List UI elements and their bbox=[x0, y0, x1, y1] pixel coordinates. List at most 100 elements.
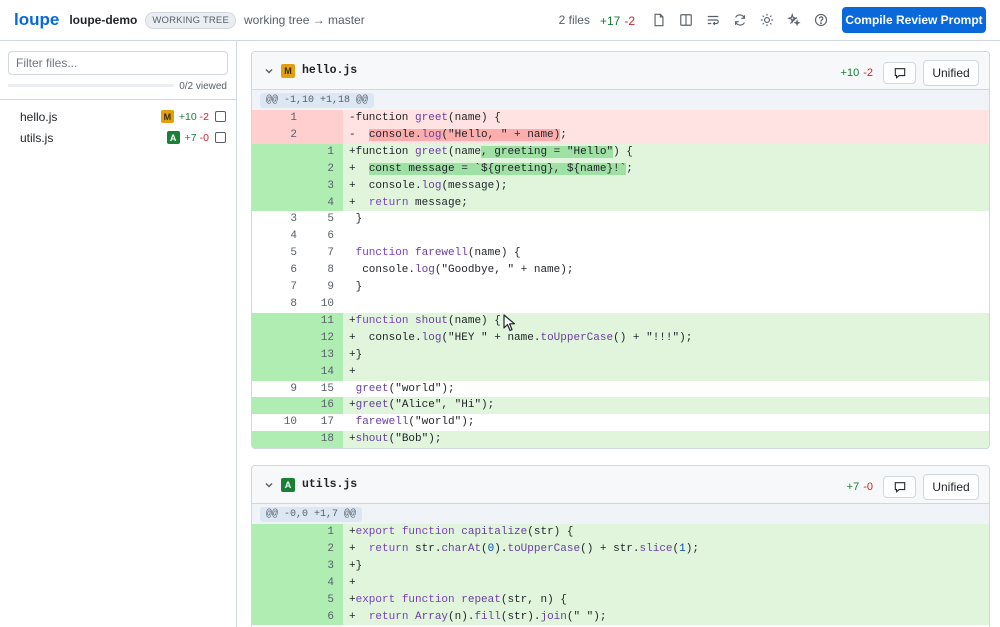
theme-icon[interactable] bbox=[753, 7, 780, 33]
new-line-number[interactable]: 16 bbox=[306, 397, 343, 415]
old-line-number[interactable] bbox=[252, 346, 306, 364]
sparkle-icon[interactable] bbox=[780, 7, 807, 33]
new-line-number[interactable]: 14 bbox=[306, 363, 343, 381]
old-line-number[interactable] bbox=[252, 524, 306, 541]
old-line-number[interactable] bbox=[252, 608, 306, 626]
new-line-number[interactable]: 17 bbox=[306, 414, 343, 432]
old-line-number[interactable] bbox=[252, 557, 306, 575]
added-line[interactable]: 5 +export function repeat(str, n) { bbox=[252, 591, 989, 609]
old-line-number[interactable] bbox=[252, 177, 306, 195]
hunk-header[interactable]: @@ -0,0 +1,7 @@ bbox=[260, 506, 363, 522]
added-line[interactable]: 12 + console.log("HEY " + name.toUpperCas… bbox=[252, 329, 989, 347]
old-line-number[interactable]: 8 bbox=[252, 295, 306, 313]
deleted-line[interactable]: 2 - console.log("Hello, " + name); bbox=[252, 126, 989, 144]
old-line-number[interactable]: 7 bbox=[252, 279, 306, 296]
added-line[interactable]: 6 + return Array(n).fill(str).join(" "); bbox=[252, 608, 989, 626]
context-line[interactable]: 10 17 farewell("world"); bbox=[252, 414, 989, 432]
file-list-item-hello[interactable]: hello.js M +10 -2 bbox=[0, 106, 236, 127]
diff-header[interactable]: A utils.js +7 -0 Unified bbox=[252, 466, 989, 504]
context-line[interactable]: 9 15 greet("world"); bbox=[252, 380, 989, 398]
old-line-number[interactable] bbox=[252, 540, 306, 558]
view-mode-button[interactable]: Unified bbox=[923, 60, 979, 86]
new-line-number[interactable]: 11 bbox=[306, 312, 343, 330]
added-line[interactable]: 16 +greet("Alice", "Hi"); bbox=[252, 397, 989, 415]
old-line-number[interactable]: 4 bbox=[252, 228, 306, 246]
new-line-number[interactable]: 3 bbox=[306, 177, 343, 195]
new-line-number[interactable]: 2 bbox=[306, 540, 343, 558]
new-line-number[interactable] bbox=[306, 110, 343, 127]
old-line-number[interactable]: 9 bbox=[252, 380, 306, 398]
old-line-number[interactable] bbox=[252, 591, 306, 609]
deleted-line[interactable]: 1 -function greet(name) { bbox=[252, 110, 989, 127]
new-line-number[interactable]: 1 bbox=[306, 143, 343, 161]
comment-button[interactable] bbox=[883, 62, 916, 84]
new-line-number[interactable]: 12 bbox=[306, 329, 343, 347]
app-logo[interactable]: loupe bbox=[14, 10, 59, 30]
view-mode-button[interactable]: Unified bbox=[923, 474, 979, 500]
new-line-number[interactable]: 4 bbox=[306, 194, 343, 212]
new-line-number[interactable]: 6 bbox=[306, 228, 343, 246]
added-line[interactable]: 14 + bbox=[252, 363, 989, 381]
hunk-header[interactable]: @@ -1,10 +1,18 @@ bbox=[260, 92, 375, 108]
diff-header[interactable]: M hello.js +10 -2 Unified bbox=[252, 52, 989, 90]
old-line-number[interactable] bbox=[252, 194, 306, 212]
added-line[interactable]: 18 +shout("Bob"); bbox=[252, 431, 989, 449]
context-line[interactable]: 35 } bbox=[252, 211, 989, 229]
new-line-number[interactable]: 13 bbox=[306, 346, 343, 364]
old-line-number[interactable] bbox=[252, 312, 306, 330]
context-line[interactable]: 8 10 bbox=[252, 295, 989, 313]
context-line[interactable]: 57 function farewell(name) { bbox=[252, 245, 989, 263]
old-line-number[interactable] bbox=[252, 363, 306, 381]
old-line-number[interactable]: 6 bbox=[252, 262, 306, 280]
added-line[interactable]: 3 +} bbox=[252, 557, 989, 575]
added-line[interactable]: 2 + const message = `${greeting}, ${name}… bbox=[252, 160, 989, 178]
file-icon[interactable] bbox=[645, 7, 672, 33]
added-line[interactable]: 4 + bbox=[252, 574, 989, 592]
viewed-checkbox[interactable] bbox=[215, 132, 226, 143]
compile-review-prompt-button[interactable]: Compile Review Prompt bbox=[842, 7, 986, 33]
added-line[interactable]: 13 +} bbox=[252, 346, 989, 364]
split-view-icon[interactable] bbox=[672, 7, 699, 33]
old-line-number[interactable] bbox=[252, 160, 306, 178]
new-line-number[interactable]: 3 bbox=[306, 557, 343, 575]
old-line-number[interactable] bbox=[252, 329, 306, 347]
added-line[interactable]: 2 + return str.charAt(0).toUpperCase() + … bbox=[252, 540, 989, 558]
context-line[interactable]: 79 } bbox=[252, 279, 989, 296]
added-line[interactable]: 3 + console.log(message); bbox=[252, 177, 989, 195]
new-line-number[interactable]: 1 bbox=[306, 524, 343, 541]
added-line[interactable]: 1 +export function capitalize(str) { bbox=[252, 524, 989, 541]
new-line-number[interactable]: 15 bbox=[306, 380, 343, 398]
file-list-item-utils[interactable]: utils.js A +7 -0 bbox=[0, 127, 236, 148]
old-line-number[interactable]: 2 bbox=[252, 126, 306, 144]
new-line-number[interactable] bbox=[306, 126, 343, 144]
chevron-down-icon[interactable] bbox=[263, 479, 275, 491]
new-line-number[interactable]: 5 bbox=[306, 211, 343, 229]
new-line-number[interactable]: 5 bbox=[306, 591, 343, 609]
old-line-number[interactable]: 1 bbox=[252, 110, 306, 127]
new-line-number[interactable]: 10 bbox=[306, 295, 343, 313]
old-line-number[interactable] bbox=[252, 397, 306, 415]
new-line-number[interactable]: 2 bbox=[306, 160, 343, 178]
new-line-number[interactable]: 9 bbox=[306, 279, 343, 296]
old-line-number[interactable]: 3 bbox=[252, 211, 306, 229]
context-line[interactable]: 46 bbox=[252, 228, 989, 246]
filter-files-input[interactable] bbox=[8, 51, 228, 75]
new-line-number[interactable]: 8 bbox=[306, 262, 343, 280]
added-line[interactable]: 11 +function shout(name) { bbox=[252, 312, 989, 330]
chevron-down-icon[interactable] bbox=[263, 65, 275, 77]
added-line[interactable]: 4 + return message; bbox=[252, 194, 989, 212]
old-line-number[interactable]: 5 bbox=[252, 245, 306, 263]
wrap-icon[interactable] bbox=[699, 7, 726, 33]
help-icon[interactable] bbox=[807, 7, 834, 33]
new-line-number[interactable]: 6 bbox=[306, 608, 343, 626]
old-line-number[interactable]: 10 bbox=[252, 414, 306, 432]
new-line-number[interactable]: 18 bbox=[306, 431, 343, 449]
old-line-number[interactable] bbox=[252, 143, 306, 161]
context-line[interactable]: 68 console.log("Goodbye, " + name); bbox=[252, 262, 989, 280]
new-line-number[interactable]: 7 bbox=[306, 245, 343, 263]
refresh-icon[interactable] bbox=[726, 7, 753, 33]
viewed-checkbox[interactable] bbox=[215, 111, 226, 122]
comment-button[interactable] bbox=[883, 476, 916, 498]
old-line-number[interactable] bbox=[252, 431, 306, 449]
old-line-number[interactable] bbox=[252, 574, 306, 592]
